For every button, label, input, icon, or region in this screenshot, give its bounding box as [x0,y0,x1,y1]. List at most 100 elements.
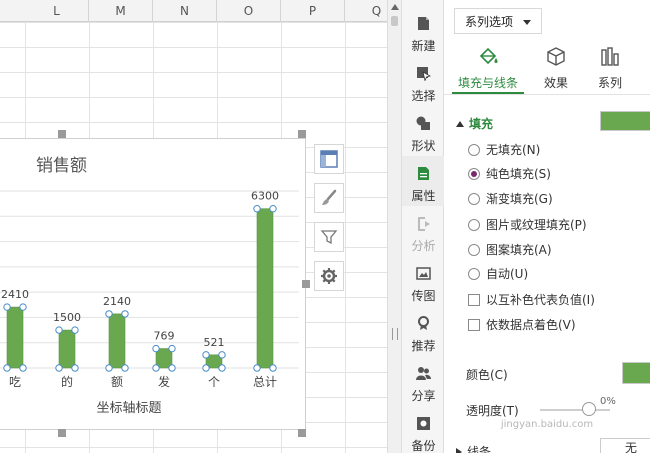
toolstrip-shape[interactable]: 形状 [402,106,445,156]
resize-handle-top-right[interactable] [298,130,306,138]
tab-effects[interactable]: 效果 [536,46,576,91]
bar-3[interactable] [155,348,173,369]
fill-color-swatch[interactable] [600,111,650,131]
bar-selection-handle[interactable] [19,303,27,311]
bar-selection-handle[interactable] [71,364,79,372]
spreadsheet-area[interactable]: L M N O P Q 销售额 2410 吃 1500 的 2140 额 769 发 521 个 6… [0,0,387,453]
radio-pattern-fill[interactable]: 图案填充(A) [468,242,552,258]
resize-handle-bottom-right[interactable] [298,429,306,437]
transparency-slider[interactable] [540,409,610,411]
column-header-o[interactable]: O [217,0,281,22]
bar-selection-handle[interactable] [19,364,27,372]
tab-series[interactable]: 系列 [590,46,630,91]
toolstrip-recommend[interactable]: 推荐 [402,306,445,356]
data-label[interactable]: 6300 [251,190,279,203]
bar-selection-handle[interactable] [218,364,226,372]
chart-object[interactable]: 销售额 2410 吃 1500 的 2140 额 769 发 521 个 6300 总计 坐标轴标题 [0,138,306,430]
checkbox[interactable] [468,294,480,306]
bar-selection-handle[interactable] [202,364,210,372]
radio-gradient-fill[interactable]: 渐变填充(G) [468,191,553,207]
radio-picture-fill[interactable]: 图片或纹理填充(P) [468,217,587,233]
toolstrip-analysis[interactable]: 分析 [402,206,445,256]
chart-filter-button[interactable] [314,222,344,252]
toolstrip-backup[interactable]: 备份 [402,406,445,453]
radio-button-selected[interactable] [468,168,480,180]
color-picker-button[interactable] [622,362,650,384]
x-tick-label[interactable]: 的 [61,374,73,389]
chart-plot[interactable]: 2410 吃 1500 的 2140 额 769 发 521 个 6300 总计 [0,139,307,431]
checkbox[interactable] [468,319,480,331]
data-label[interactable]: 769 [154,330,175,343]
bar-1[interactable] [58,329,76,369]
radio-solid-fill[interactable]: 纯色填充(S) [468,166,551,182]
line-style-dropdown[interactable]: 无 [600,438,650,453]
bar-selection-handle[interactable] [71,326,79,334]
toolstrip-share[interactable]: 分享 [402,356,445,406]
radio-button[interactable] [468,219,480,231]
bar-selection-handle[interactable] [121,364,129,372]
bar-selection-handle[interactable] [152,344,160,353]
column-header-q[interactable]: Q [345,0,387,22]
transparency-slider-handle[interactable] [582,402,596,416]
bar-selection-handle[interactable] [168,364,176,372]
chart-style-button[interactable] [314,183,344,213]
tab-fill-and-line[interactable]: 填充与线条 [452,46,524,91]
resize-handle-top[interactable] [58,130,66,138]
pane-resize-grip[interactable] [392,328,398,340]
x-tick-label[interactable]: 个 [208,375,220,389]
line-section-header[interactable]: 线条 [456,443,491,453]
bar-5[interactable] [256,208,274,369]
radio-automatic[interactable]: 自动(U) [468,266,528,282]
x-tick-label[interactable]: 额 [111,375,123,389]
resize-handle-right[interactable] [302,280,310,288]
series-options-dropdown[interactable]: 系列选项 [454,8,543,34]
column-header-n[interactable]: N [153,0,217,22]
bar-selection-handle[interactable] [218,351,226,359]
scroll-up-icon[interactable] [391,4,399,10]
bar-selection-handle[interactable] [3,364,11,372]
bar-0[interactable] [6,306,24,369]
scrollbar-thumb[interactable] [391,16,398,26]
bar-selection-handle[interactable] [269,205,277,213]
toolstrip-upload-image[interactable]: 传图 [402,256,445,306]
bar-selection-handle[interactable] [3,303,11,311]
x-tick-label[interactable]: 吃 [9,375,21,389]
bar-2[interactable] [108,313,126,369]
bar-selection-handle[interactable] [168,344,176,353]
vertical-scrollbar[interactable] [387,0,401,453]
bar-selection-handle[interactable] [55,326,63,334]
data-label[interactable]: 1500 [53,311,81,324]
bar-selection-handle[interactable] [121,310,129,318]
toolstrip-new[interactable]: 新建 [402,6,445,56]
bar-selection-handle[interactable] [55,364,63,372]
x-axis-title[interactable]: 坐标轴标题 [0,397,259,416]
radio-button[interactable] [468,244,480,256]
x-tick-label[interactable]: 发 [158,374,170,389]
x-tick-label[interactable]: 总计 [253,375,277,389]
data-label[interactable]: 2410 [1,288,29,301]
radio-button[interactable] [468,193,480,205]
radio-no-fill[interactable]: 无填充(N) [468,142,540,158]
transparency-value[interactable]: 0% [600,396,616,407]
chart-settings-button[interactable] [314,261,344,291]
fill-section-header[interactable]: 填充 [456,115,493,132]
data-label[interactable]: 2140 [103,295,131,308]
toolstrip-properties[interactable]: 属性 [402,156,445,206]
column-header-l[interactable]: L [25,0,89,22]
checkbox-invert-negative[interactable]: 以互补色代表负值(I) [468,292,595,308]
column-header-m[interactable]: M [89,0,153,22]
bar-selection-handle[interactable] [253,205,261,213]
radio-button[interactable] [468,268,480,280]
resize-handle-bottom[interactable] [58,429,66,437]
radio-button[interactable] [468,144,480,156]
toolstrip-select[interactable]: 选择 [402,56,445,106]
bar-selection-handle[interactable] [105,364,113,372]
chart-elements-button[interactable] [314,144,344,174]
bar-selection-handle[interactable] [202,351,210,359]
bar-selection-handle[interactable] [152,364,160,372]
bar-selection-handle[interactable] [269,364,277,372]
data-label[interactable]: 521 [204,336,225,349]
column-header-p[interactable]: P [281,0,345,22]
bar-selection-handle[interactable] [105,310,113,318]
checkbox-vary-colors[interactable]: 依数据点着色(V) [468,317,576,333]
